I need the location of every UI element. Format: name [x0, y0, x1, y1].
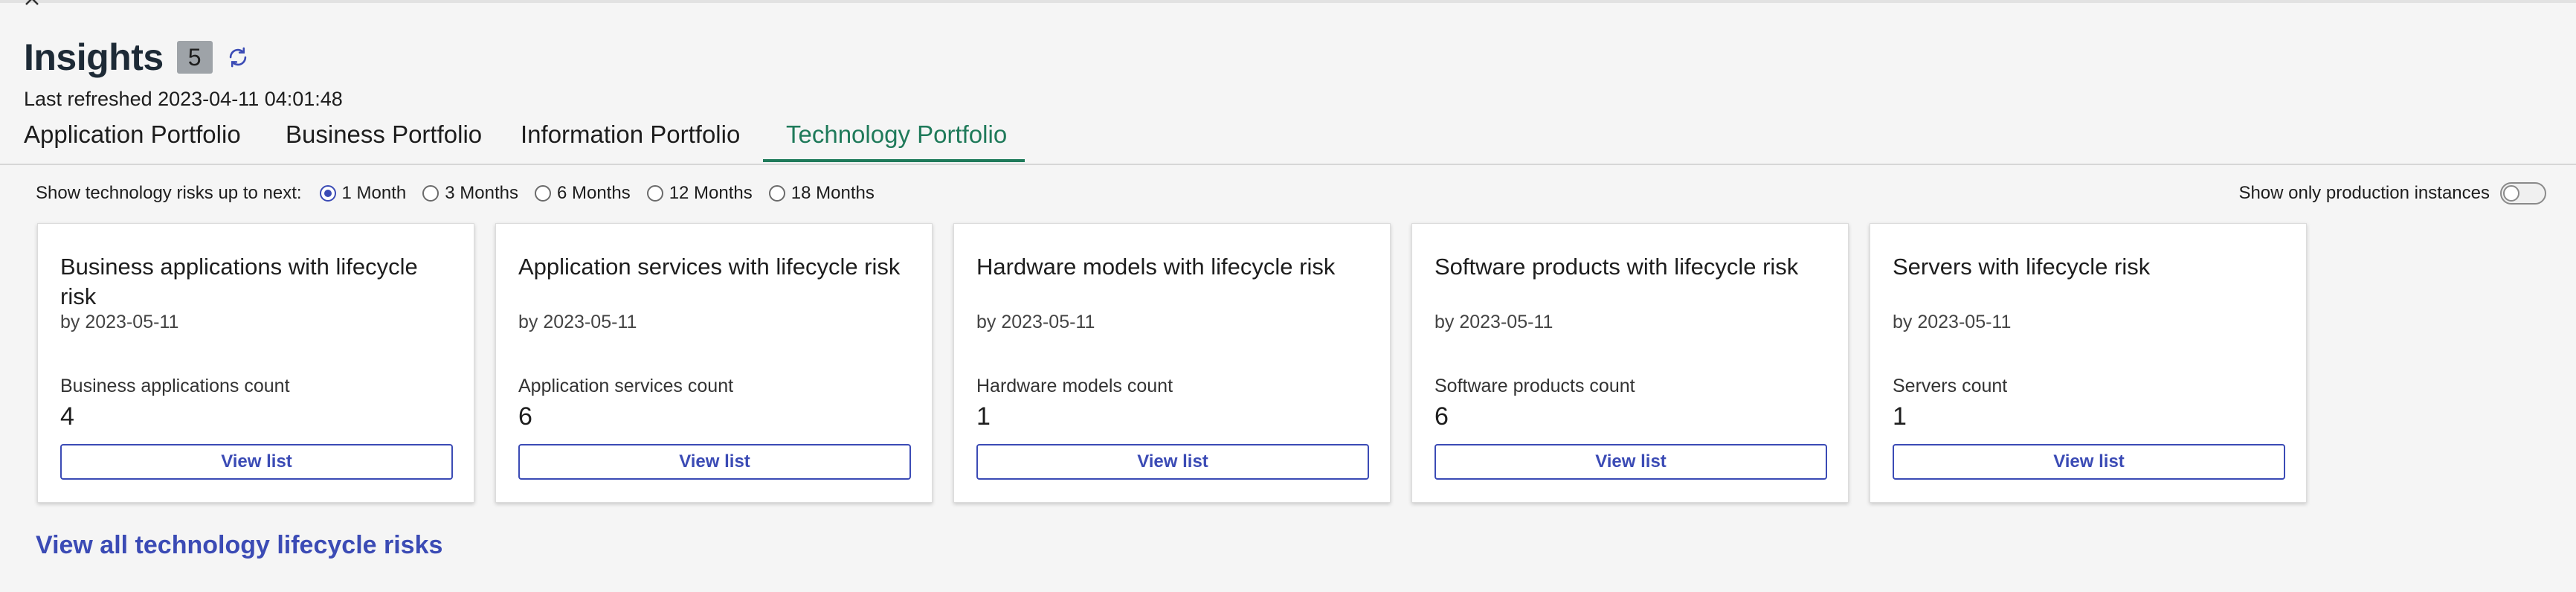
page-title: Insights	[24, 36, 164, 78]
card-count-label: Business applications count	[60, 376, 290, 396]
radio-label: 3 Months	[445, 183, 518, 203]
view-list-button[interactable]: View list	[518, 444, 911, 480]
radio-label: 1 Month	[341, 183, 407, 203]
view-list-button[interactable]: View list	[60, 444, 453, 480]
view-all-risks-link[interactable]: View all technology lifecycle risks	[36, 531, 442, 560]
radio-1-month[interactable]: 1 Month	[319, 183, 407, 204]
view-list-button[interactable]: View list	[1893, 444, 2285, 480]
card-title: Business applications with lifecycle ris…	[60, 254, 418, 309]
radio-button[interactable]	[534, 185, 551, 202]
tab-application-portfolio[interactable]: Application Portfolio	[24, 120, 241, 149]
radio-button[interactable]	[646, 185, 663, 202]
card-date: by 2023-05-11	[1434, 312, 1553, 332]
card-count: 6	[518, 402, 532, 431]
radio-label: 6 Months	[556, 183, 631, 203]
view-list-button[interactable]: View list	[1434, 444, 1827, 480]
card-date: by 2023-05-11	[60, 312, 179, 332]
risk-period-filter: Show technology risks up to next: 1 Mont…	[36, 180, 891, 207]
radio-18-months[interactable]: 18 Months	[768, 183, 875, 204]
card-count: 1	[976, 402, 991, 431]
radio-12-months[interactable]: 12 Months	[646, 183, 753, 204]
last-refreshed-text: Last refreshed 2023-04-11 04:01:48	[24, 88, 343, 110]
tab-information-portfolio[interactable]: Information Portfolio	[521, 120, 740, 149]
card-date: by 2023-05-11	[976, 312, 1095, 332]
card-count-label: Application services count	[518, 376, 734, 396]
top-border	[0, 0, 2576, 3]
toggle-label: Show only production instances	[2238, 183, 2490, 203]
close-icon[interactable]	[24, 0, 43, 6]
card-servers: Servers with lifecycle risk by 2023-05-1…	[1870, 223, 2307, 503]
filter-label: Show technology risks up to next:	[36, 183, 302, 203]
refresh-icon	[229, 47, 246, 68]
card-hardware-models: Hardware models with lifecycle risk by 2…	[953, 223, 1391, 503]
active-tab-indicator	[763, 159, 1025, 162]
radio-label: 12 Months	[669, 183, 753, 203]
refresh-button[interactable]	[223, 42, 253, 72]
view-list-button[interactable]: View list	[976, 444, 1369, 480]
card-title: Hardware models with lifecycle risk	[976, 254, 1336, 280]
tab-technology-portfolio[interactable]: Technology Portfolio	[786, 120, 1007, 149]
card-title: Software products with lifecycle risk	[1434, 254, 1799, 280]
count-badge: 5	[176, 41, 213, 74]
card-count: 4	[60, 402, 74, 431]
card-count-label: Servers count	[1893, 376, 2008, 396]
portfolio-tabs: Application Portfolio Business Portfolio…	[0, 112, 2576, 165]
radio-label: 18 Months	[790, 183, 875, 203]
card-count: 6	[1434, 402, 1449, 431]
card-title: Application services with lifecycle risk	[518, 254, 901, 280]
card-application-services: Application services with lifecycle risk…	[495, 223, 933, 503]
tab-business-portfolio[interactable]: Business Portfolio	[286, 120, 482, 149]
card-count-label: Software products count	[1434, 376, 1635, 396]
production-instances-toggle: Show only production instances	[2238, 180, 2546, 207]
card-count: 1	[1893, 402, 1907, 431]
card-title: Servers with lifecycle risk	[1893, 254, 2151, 280]
card-software-products: Software products with lifecycle risk by…	[1411, 223, 1849, 503]
radio-3-months[interactable]: 3 Months	[422, 183, 518, 204]
radio-6-months[interactable]: 6 Months	[534, 183, 631, 204]
radio-button[interactable]	[422, 185, 439, 202]
card-count-label: Hardware models count	[976, 376, 1173, 396]
card-date: by 2023-05-11	[1893, 312, 2012, 332]
toggle-knob	[2503, 185, 2519, 202]
card-business-applications: Business applications with lifecycle ris…	[37, 223, 474, 503]
card-date: by 2023-05-11	[518, 312, 637, 332]
radio-button[interactable]	[319, 185, 336, 202]
page-header: Insights 5	[24, 36, 253, 79]
production-toggle-switch[interactable]	[2500, 182, 2546, 205]
radio-button[interactable]	[768, 185, 785, 202]
